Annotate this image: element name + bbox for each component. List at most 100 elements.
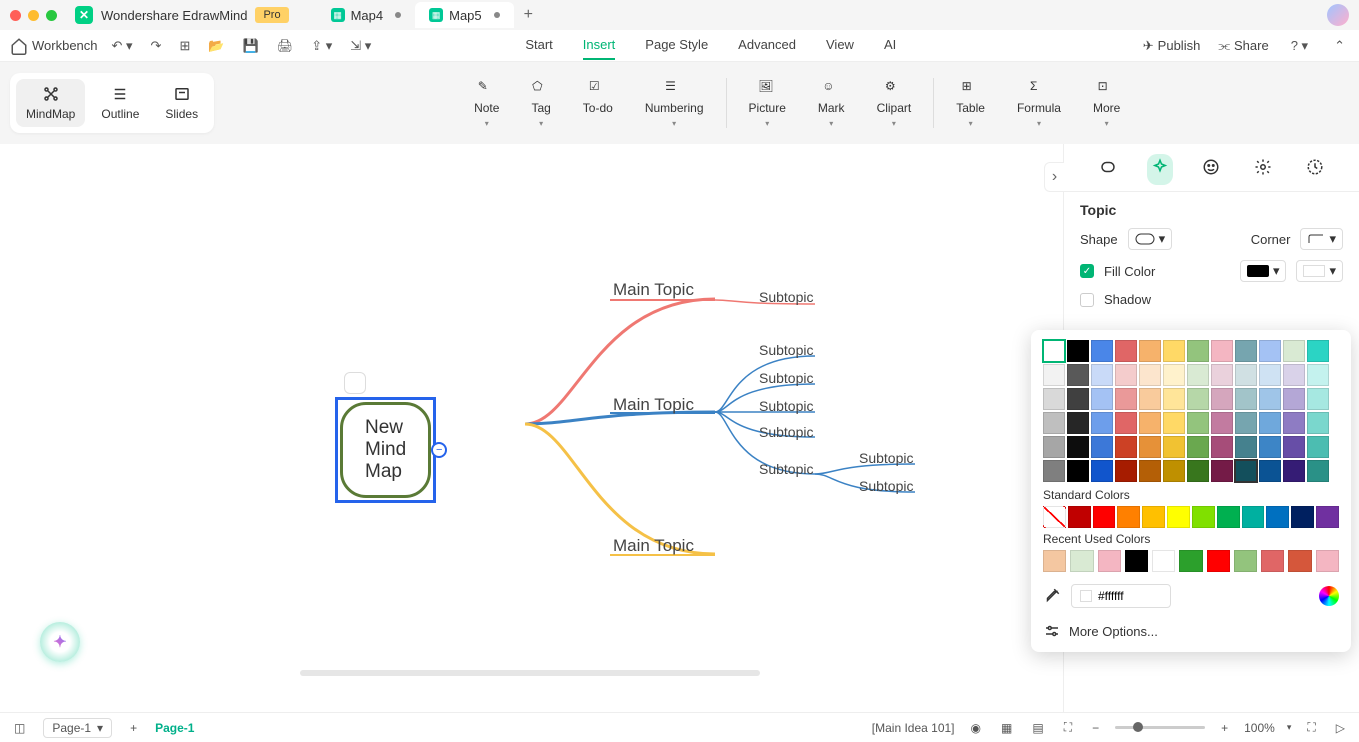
color-swatch[interactable]: [1067, 364, 1089, 386]
formula-button[interactable]: ΣFormula▾: [1001, 73, 1077, 134]
menu-page-style[interactable]: Page Style: [645, 31, 708, 60]
color-swatch[interactable]: [1125, 550, 1148, 572]
color-swatch[interactable]: [1307, 364, 1329, 386]
color-swatch[interactable]: [1043, 340, 1065, 362]
color-swatch[interactable]: [1139, 364, 1161, 386]
color-swatch[interactable]: [1316, 506, 1339, 528]
fit-button[interactable]: ⛶: [1060, 720, 1076, 735]
color-swatch[interactable]: [1316, 550, 1339, 572]
subtopic[interactable]: Subtopic: [759, 370, 813, 386]
color-swatch[interactable]: [1307, 412, 1329, 434]
color-swatch[interactable]: [1291, 506, 1314, 528]
corner-selector[interactable]: ▾: [1300, 228, 1343, 250]
color-swatch[interactable]: [1043, 550, 1066, 572]
spellcheck-button[interactable]: ◉: [967, 721, 985, 735]
color-swatch[interactable]: [1259, 340, 1281, 362]
color-swatch[interactable]: [1259, 436, 1281, 458]
color-swatch[interactable]: [1139, 412, 1161, 434]
tab-map4[interactable]: ▦ Map4: [317, 2, 416, 28]
panel-tab-topic[interactable]: [1095, 154, 1121, 185]
color-swatch[interactable]: [1307, 388, 1329, 410]
zoom-in-button[interactable]: +: [1217, 721, 1232, 735]
color-swatch[interactable]: [1235, 460, 1257, 482]
presentation-button[interactable]: ▷: [1332, 721, 1349, 735]
color-swatch[interactable]: [1187, 364, 1209, 386]
main-topic-2[interactable]: Main Topic: [613, 395, 694, 415]
color-swatch[interactable]: [1261, 550, 1284, 572]
color-swatch[interactable]: [1115, 460, 1137, 482]
color-swatch[interactable]: [1211, 388, 1233, 410]
color-swatch[interactable]: [1211, 412, 1233, 434]
mindmap-view-button[interactable]: MindMap: [16, 79, 85, 127]
subtopic[interactable]: Subtopic: [759, 398, 813, 414]
color-swatch[interactable]: [1187, 388, 1209, 410]
numbering-button[interactable]: ☰Numbering▾: [629, 73, 720, 134]
todo-button[interactable]: ☑To-do: [567, 73, 629, 134]
pages-panel-button[interactable]: ◫: [10, 721, 29, 735]
color-swatch[interactable]: [1067, 388, 1089, 410]
maximize-window-icon[interactable]: [46, 10, 57, 21]
main-topic-1[interactable]: Main Topic: [613, 280, 694, 300]
open-button[interactable]: 📂: [204, 38, 228, 54]
color-swatch[interactable]: [1259, 412, 1281, 434]
minimize-window-icon[interactable]: [28, 10, 39, 21]
color-swatch[interactable]: [1098, 550, 1121, 572]
color-swatch[interactable]: [1187, 436, 1209, 458]
add-page-button[interactable]: +: [126, 721, 141, 735]
color-swatch[interactable]: [1067, 460, 1089, 482]
color-swatch[interactable]: [1192, 506, 1215, 528]
table-button[interactable]: ⊞Table▾: [940, 73, 1001, 134]
clipart-button[interactable]: ⚙Clipart▾: [861, 73, 928, 134]
color-swatch[interactable]: [1283, 340, 1305, 362]
color-swatch[interactable]: [1283, 412, 1305, 434]
redo-button[interactable]: ↷: [147, 38, 166, 54]
panel-tab-clipart[interactable]: [1250, 154, 1276, 185]
color-swatch[interactable]: [1142, 506, 1165, 528]
tab-map5[interactable]: ▦ Map5: [415, 2, 514, 28]
print-button[interactable]: 🖨: [273, 38, 298, 54]
collapse-ribbon-button[interactable]: ⌃: [1330, 38, 1349, 54]
color-swatch[interactable]: [1043, 436, 1065, 458]
tag-button[interactable]: ⬠Tag▾: [515, 73, 566, 134]
color-swatch[interactable]: [1167, 506, 1190, 528]
panel-collapse-button[interactable]: ›: [1044, 162, 1064, 192]
main-topic-3[interactable]: Main Topic: [613, 536, 694, 556]
fill-secondary-dropdown[interactable]: ▾: [1296, 260, 1343, 282]
color-swatch[interactable]: [1187, 340, 1209, 362]
color-swatch[interactable]: [1211, 364, 1233, 386]
color-swatch[interactable]: [1043, 388, 1065, 410]
eyedropper-icon[interactable]: [1043, 587, 1061, 605]
color-swatch[interactable]: [1115, 436, 1137, 458]
color-swatch[interactable]: [1259, 460, 1281, 482]
menu-start[interactable]: Start: [525, 31, 552, 60]
color-swatch[interactable]: [1115, 340, 1137, 362]
color-swatch[interactable]: [1093, 506, 1116, 528]
color-swatch[interactable]: [1235, 436, 1257, 458]
share-button[interactable]: ⫘ Share: [1218, 38, 1268, 54]
color-swatch[interactable]: [1266, 506, 1289, 528]
menu-ai[interactable]: AI: [884, 31, 896, 60]
color-swatch[interactable]: [1187, 412, 1209, 434]
color-swatch[interactable]: [1235, 364, 1257, 386]
zoom-slider[interactable]: [1115, 726, 1205, 729]
color-swatch[interactable]: [1234, 550, 1257, 572]
color-swatch[interactable]: [1115, 388, 1137, 410]
node-handle[interactable]: [344, 372, 366, 394]
color-swatch[interactable]: [1163, 364, 1185, 386]
menu-view[interactable]: View: [826, 31, 854, 60]
color-swatch[interactable]: [1307, 460, 1329, 482]
color-swatch[interactable]: [1283, 388, 1305, 410]
color-swatch[interactable]: [1070, 550, 1093, 572]
color-swatch[interactable]: [1117, 506, 1140, 528]
workbench-button[interactable]: Workbench: [10, 37, 98, 55]
color-swatch[interactable]: [1091, 412, 1113, 434]
active-page-label[interactable]: Page-1: [155, 721, 194, 735]
publish-button[interactable]: ✈ Publish: [1143, 38, 1201, 54]
subtopic[interactable]: Subtopic: [859, 478, 913, 494]
color-swatch[interactable]: [1211, 340, 1233, 362]
grid-button[interactable]: ▦: [997, 721, 1016, 735]
color-swatch[interactable]: [1091, 460, 1113, 482]
color-swatch[interactable]: [1163, 340, 1185, 362]
color-swatch[interactable]: [1067, 412, 1089, 434]
color-swatch[interactable]: [1283, 436, 1305, 458]
